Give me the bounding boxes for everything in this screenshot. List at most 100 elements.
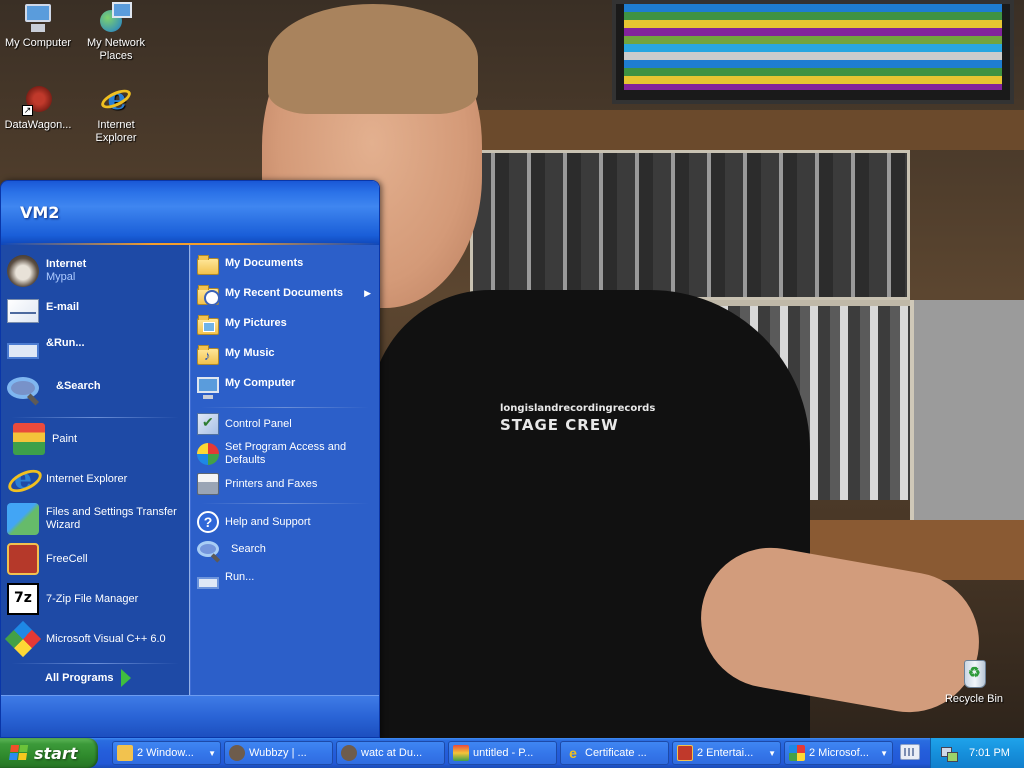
- shirt-logo-big: STAGE CREW: [500, 416, 619, 434]
- taskbar-button-label: 2 Window...: [137, 747, 194, 759]
- system-label: Set Program Access and Defaults: [225, 441, 347, 466]
- place-my-music[interactable]: My Music: [197, 345, 377, 365]
- folder-icon: [197, 255, 219, 275]
- start-menu-header: VM2: [1, 181, 379, 245]
- help-search[interactable]: Search: [197, 541, 377, 557]
- taskbar-button-label: watc at Du...: [361, 747, 423, 759]
- help-label: Search: [231, 542, 266, 555]
- submenu-arrow-icon: ▶: [364, 288, 371, 298]
- start-menu-right-column: My Documents My Recent Documents ▶ My Pi…: [190, 245, 379, 695]
- dropdown-arrow-icon: ▼: [880, 748, 888, 758]
- place-label: My Pictures: [225, 317, 287, 329]
- all-programs-button[interactable]: All Programs: [45, 669, 132, 687]
- pinned-item-email[interactable]: E-mail: [7, 295, 185, 323]
- recent-program-label: FreeCell: [46, 552, 88, 565]
- taskbar-button-paint[interactable]: untitled - P...: [448, 741, 557, 765]
- raccoon-icon: [229, 745, 245, 761]
- desktop-icon-internet-explorer[interactable]: e Internet Explorer: [78, 84, 154, 145]
- windows-logo-icon: [9, 745, 29, 761]
- search-icon: [7, 377, 39, 399]
- taskbar-button-wubbzy[interactable]: Wubbzy | ...: [224, 741, 333, 765]
- help-label: Run...: [225, 571, 255, 583]
- recent-program-label: Paint: [52, 432, 78, 445]
- system-program-access[interactable]: Set Program Access and Defaults: [197, 441, 377, 467]
- network-icon[interactable]: [941, 745, 958, 762]
- dropdown-arrow-icon: ▼: [768, 748, 776, 758]
- pictures-folder-icon: [197, 315, 219, 335]
- internet-explorer-icon: e: [7, 463, 39, 495]
- place-my-recent-documents[interactable]: My Recent Documents ▶: [197, 285, 377, 306]
- start-menu-separator: [11, 417, 179, 418]
- pinned-item-subtitle: Mypal: [46, 271, 76, 283]
- dropdown-arrow-icon: ▼: [208, 748, 216, 758]
- pinned-item-internet[interactable]: Internet Mypal: [7, 255, 185, 287]
- taskbar-button-watc[interactable]: watc at Du...: [336, 741, 445, 765]
- taskbar-button-label: Certificate ...: [585, 747, 647, 759]
- desktop-icon-label: DataWagon...: [4, 119, 72, 131]
- control-panel-icon: [197, 413, 219, 435]
- help-label: Help and Support: [225, 515, 311, 528]
- datawagon-icon: ↗: [22, 84, 54, 116]
- clock[interactable]: 7:01 PM: [969, 747, 1010, 759]
- pinned-item-title: &Search: [56, 379, 101, 392]
- desktop-icon-network-places[interactable]: My Network Places: [78, 2, 154, 63]
- program-access-icon: [197, 443, 219, 465]
- taskbar-button-label: 2 Entertai...: [697, 747, 754, 759]
- my-computer-icon: [22, 2, 54, 34]
- start-menu-footer: [1, 695, 379, 737]
- desktop-icon-datawagon[interactable]: ↗ DataWagon...: [0, 84, 76, 132]
- visual-cpp-icon: [4, 620, 42, 658]
- pinned-item-search[interactable]: &Search: [7, 375, 185, 399]
- pinned-item-title: E-mail: [46, 300, 80, 313]
- run-icon: [197, 576, 219, 589]
- raccoon-icon: [341, 745, 357, 761]
- help-run[interactable]: Run...: [197, 571, 377, 589]
- start-button[interactable]: start: [0, 738, 98, 768]
- taskbar-button-entertainment[interactable]: 2 Entertai... ▼: [672, 741, 781, 765]
- taskbar-button-microsoft[interactable]: 2 Microsof... ▼: [784, 741, 893, 765]
- email-icon: [7, 299, 39, 323]
- taskbar-button-label: untitled - P...: [473, 747, 534, 759]
- recent-program-label: Internet Explorer: [46, 472, 128, 485]
- place-my-documents[interactable]: My Documents: [197, 255, 377, 275]
- entertainment-icon: [677, 745, 693, 761]
- transfer-wizard-icon: [7, 503, 39, 535]
- system-printers-faxes[interactable]: Printers and Faxes: [197, 473, 377, 495]
- recent-program-7zip[interactable]: 7z 7-Zip File Manager: [7, 583, 185, 615]
- taskbar-button-certificate[interactable]: e Certificate ...: [560, 741, 669, 765]
- folder-icon: [117, 745, 133, 761]
- internet-explorer-icon: e: [569, 745, 577, 761]
- recent-program-transfer-wizard[interactable]: Files and Settings Transfer Wizard: [7, 503, 185, 535]
- recent-program-visual-cpp[interactable]: Microsoft Visual C++ 6.0: [4, 620, 185, 658]
- start-menu-separator: [201, 503, 369, 504]
- place-my-pictures[interactable]: My Pictures: [197, 315, 377, 335]
- pinned-item-run[interactable]: &Run...: [7, 335, 185, 359]
- wallpaper-shirt-logo: longislandrecordingrecords STAGE CREW: [500, 403, 655, 434]
- help-and-support[interactable]: ? Help and Support: [197, 511, 377, 533]
- network-places-icon: [100, 2, 132, 34]
- 7zip-icon: 7z: [7, 583, 39, 615]
- internet-explorer-icon: e: [98, 84, 134, 116]
- keyboard-icon[interactable]: [900, 744, 920, 760]
- start-menu-separator: [201, 407, 369, 408]
- place-label: My Recent Documents: [225, 287, 343, 299]
- place-my-computer[interactable]: My Computer: [197, 375, 377, 399]
- system-label: Printers and Faxes: [225, 477, 318, 490]
- desktop-icon-recycle-bin[interactable]: ♻ Recycle Bin: [936, 658, 1012, 706]
- desktop-icon-my-computer[interactable]: My Computer: [0, 2, 76, 50]
- recent-program-paint[interactable]: Paint: [7, 423, 185, 455]
- start-menu: VM2 Internet Mypal E-mail &Run... &Search: [0, 180, 380, 738]
- paint-icon: [13, 423, 45, 455]
- system-control-panel[interactable]: Control Panel: [197, 413, 377, 435]
- recent-program-internet-explorer[interactable]: e Internet Explorer: [7, 463, 185, 495]
- desktop-icon-label: My Network Places: [86, 37, 146, 62]
- place-label: My Computer: [225, 376, 296, 389]
- pinned-item-title: &Run...: [46, 336, 85, 349]
- search-icon: [197, 541, 219, 557]
- pinned-item-title: Internet: [46, 258, 87, 270]
- wallpaper-shelf: [470, 110, 1024, 150]
- taskbar-button-label: Wubbzy | ...: [249, 747, 307, 759]
- wallpaper-console-side: [910, 300, 1024, 530]
- recent-program-freecell[interactable]: FreeCell: [7, 543, 185, 575]
- taskbar-button-windows-explorer[interactable]: 2 Window... ▼: [112, 741, 221, 765]
